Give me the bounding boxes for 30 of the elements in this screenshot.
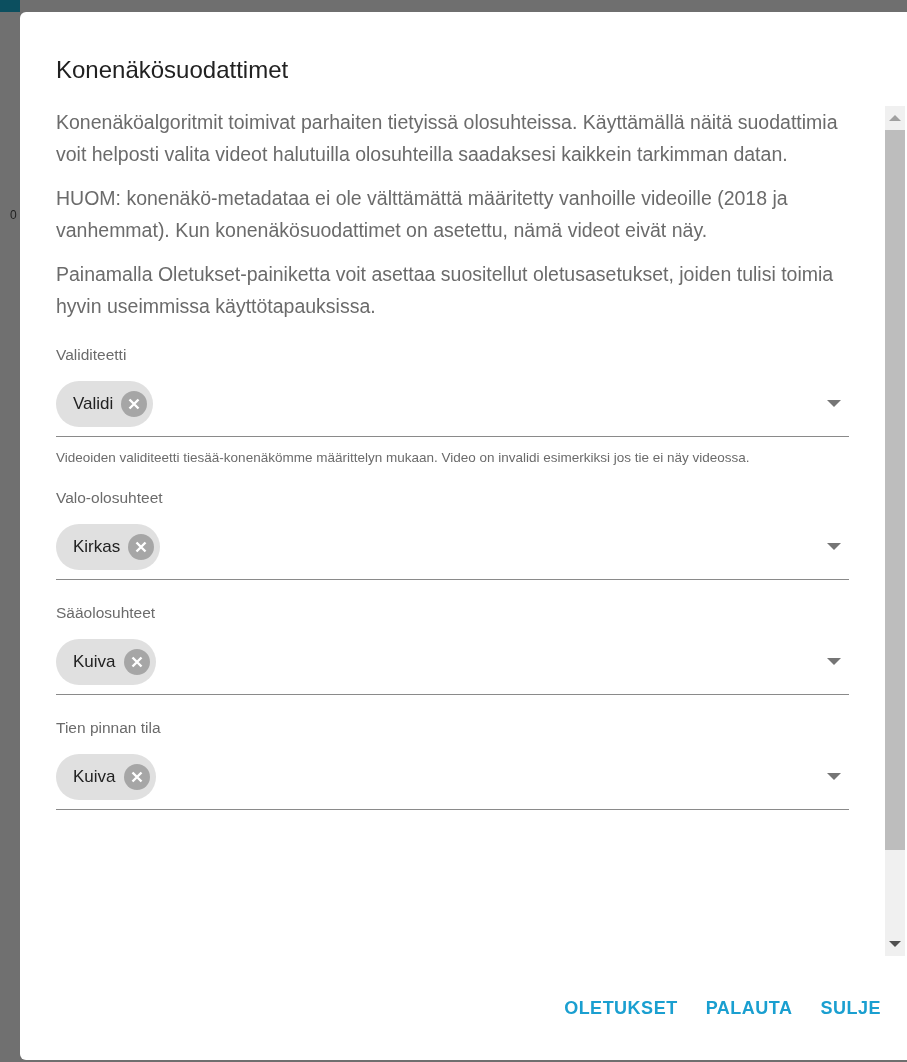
field-hint: Videoiden validiteetti tiesää-konenäkömme määrittelyn mukaan. Video on invalidi esimerkiksi jos tie ei näy videossa.: [56, 451, 751, 465]
filter-chip[interactable]: Validi: [56, 381, 154, 427]
select-field[interactable]: Validi: [56, 380, 849, 437]
scroll-down-icon[interactable]: [889, 940, 901, 948]
remove-icon[interactable]: [123, 649, 150, 675]
dropdown-caret-icon[interactable]: [827, 773, 841, 781]
dropdown-caret-icon[interactable]: [827, 658, 841, 666]
filter-chip[interactable]: Kuiva: [56, 639, 156, 685]
filter-chip[interactable]: Kirkas: [56, 524, 161, 570]
field-label: Sääolosuhteet: [56, 604, 157, 623]
remove-icon[interactable]: [123, 764, 150, 790]
paragraph: HUOM: konenäkö-metadataa ei ole välttämättä määritetty vanhoille videoille (2018 ja vanhemmat). Kun konenäkösuodattimet on asetettu, nämä videot eivät näy.: [56, 186, 789, 243]
scroll-up-icon[interactable]: [889, 114, 901, 122]
field-label: Tien pinnan tila: [56, 719, 162, 738]
remove-icon[interactable]: [128, 534, 155, 560]
select-field[interactable]: Kuiva: [56, 638, 849, 695]
field-label: Valo-olosuhteet: [56, 489, 164, 508]
select-field[interactable]: Kuiva: [56, 753, 849, 810]
field-label: Validiteetti: [56, 346, 128, 365]
remove-icon[interactable]: [121, 391, 148, 417]
select-field[interactable]: Kirkas: [56, 523, 849, 580]
dropdown-caret-icon[interactable]: [827, 400, 841, 408]
axis-label: 0: [10, 208, 17, 222]
paragraph: Painamalla Oletukset-painiketta voit asettaa suositellut oletusasetukset, joiden tulisi toimia hyvin useimmissa käyttötapauksissa.: [56, 262, 835, 319]
filter-chip[interactable]: Kuiva: [56, 754, 156, 800]
dropdown-caret-icon[interactable]: [827, 543, 841, 551]
paragraph: Konenäköalgoritmit toimivat parhaiten tietyissä olosuhteissa. Käyttämällä näitä suodattimia voit helposti valita videot halutuilla olosuhteilla saadaksesi kaikkein tarkimman datan.: [56, 110, 839, 167]
scrollbar[interactable]: [885, 106, 905, 956]
dialog-title: Konenäkösuodattimet: [56, 56, 290, 85]
scrollbar-thumb[interactable]: [885, 130, 905, 850]
